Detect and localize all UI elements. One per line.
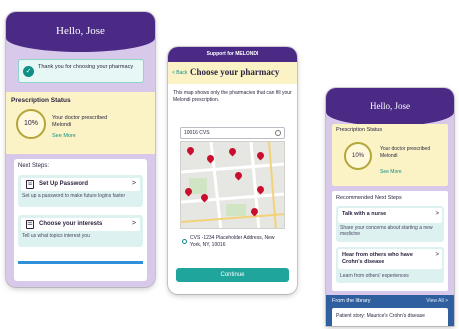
- banner-text: Thank you for choosing your pharmacy: [38, 64, 134, 70]
- view-all-link[interactable]: View All >: [426, 298, 448, 304]
- check-icon: ✓: [23, 66, 34, 77]
- prescription-message: Your doctor prescribed Melondi: [380, 146, 431, 159]
- lock-icon: ⌸: [26, 180, 34, 189]
- list-icon: ☰: [26, 220, 34, 229]
- search-icon[interactable]: [275, 130, 281, 136]
- chevron-right-icon: >: [131, 180, 136, 187]
- header: Hello, Jose: [326, 88, 454, 126]
- chevron-right-icon: >: [435, 211, 439, 217]
- progress-ring: 10%: [16, 109, 46, 139]
- phone-dashboard-screen: Hello, Jose Prescription Status 10% Your…: [326, 88, 454, 326]
- greeting: Hello, Jose: [56, 25, 105, 37]
- back-button[interactable]: < Back: [172, 70, 187, 76]
- prescription-message: Your doctor prescribed Melondi: [52, 115, 142, 129]
- radio-selected-icon[interactable]: [182, 239, 187, 244]
- see-more-link[interactable]: See More: [380, 169, 402, 175]
- prescription-status-panel: Prescription Status 10% Your doctor pres…: [332, 124, 448, 186]
- recommended-title: Recommended Next Steps: [336, 195, 402, 201]
- chevron-right-icon: >: [435, 252, 439, 258]
- see-more-link[interactable]: See More: [52, 133, 76, 139]
- prescription-status-title: Prescription Status: [11, 97, 71, 104]
- choose-interests-card[interactable]: ☰ Choose your interests > Tell us what t…: [18, 215, 143, 247]
- hear-from-others-card[interactable]: Hear from others who have Crohn's diseas…: [336, 247, 444, 283]
- prescription-status-title: Prescription Status: [336, 127, 383, 133]
- card-header: ⌸ Set Up Password >: [21, 178, 140, 191]
- phone-pharmacy-screen: Support for MELONDI < Back Choose your p…: [168, 47, 297, 294]
- pharmacy-confirmation-banner: ✓ Thank you for choosing your pharmacy: [18, 59, 144, 83]
- greeting: Hello, Jose: [370, 101, 410, 111]
- card-header: ☰ Choose your interests >: [21, 218, 140, 231]
- search-value: 10016 CVS: [184, 130, 210, 136]
- card-label: Choose your interests: [39, 221, 103, 227]
- card-label-line-1: Hear from others who have: [342, 252, 413, 258]
- pharmacy-search-input[interactable]: 10016 CVS: [180, 127, 285, 139]
- message-line-2: Melondi: [52, 122, 72, 128]
- card-header: Hear from others who have Crohn's diseas…: [338, 249, 442, 269]
- page-title: Choose your pharmacy: [190, 67, 280, 77]
- card-description: Tell us what topics interest you: [22, 233, 90, 239]
- section-divider: [18, 261, 143, 264]
- phone-home-screen: Hello, Jose ✓ Thank you for choosing you…: [6, 12, 155, 287]
- library-section: From the library View All > Patient stor…: [326, 295, 454, 326]
- continue-button[interactable]: Continue: [176, 268, 289, 282]
- card-header: Talk with a nurse >: [338, 208, 442, 223]
- title-bar: < Back Choose your pharmacy: [168, 62, 297, 84]
- card-label: Set Up Password: [39, 181, 89, 187]
- card-description: Share your concerns about starting a new…: [340, 225, 433, 237]
- card-description: Learn from others' experiences: [340, 273, 409, 279]
- talk-with-nurse-card[interactable]: Talk with a nurse > Share your concerns …: [336, 206, 444, 242]
- prescription-status-panel: Prescription Status 10% Your doctor pres…: [6, 92, 155, 154]
- support-bar: Support for MELONDI: [168, 47, 297, 62]
- pharmacy-map[interactable]: [180, 141, 285, 229]
- card-description: Set up a password to make future logins …: [22, 193, 126, 199]
- library-title: From the library: [332, 298, 371, 304]
- next-steps-title: Next Steps:: [18, 163, 50, 169]
- card-label: Talk with a nurse: [342, 211, 387, 217]
- story-card[interactable]: Patient story: Maurice's Crohn's disease: [332, 308, 448, 326]
- pharmacy-result-option[interactable]: CVS -1234 Placeholder Address, New York,…: [180, 233, 285, 255]
- next-steps-panel: Next Steps: ⌸ Set Up Password > Set up a…: [14, 159, 147, 281]
- recommended-steps-panel: Recommended Next Steps Talk with a nurse…: [332, 191, 448, 291]
- message-line-1: Your doctor prescribed: [52, 115, 108, 121]
- card-label-line-2: Crohn's disease: [342, 259, 385, 265]
- progress-ring: 10%: [344, 142, 372, 170]
- story-title: Patient story: Maurice's Crohn's disease: [336, 313, 425, 319]
- set-up-password-card[interactable]: ⌸ Set Up Password > Set up a password to…: [18, 175, 143, 207]
- map-description: This map shows only the pharmacies that …: [173, 90, 292, 103]
- pharmacy-address: CVS -1234 Placeholder Address, New York,…: [190, 235, 275, 248]
- header: Hello, Jose: [6, 12, 155, 52]
- chevron-right-icon: >: [131, 220, 136, 227]
- card-label: Hear from others who have Crohn's diseas…: [342, 252, 413, 266]
